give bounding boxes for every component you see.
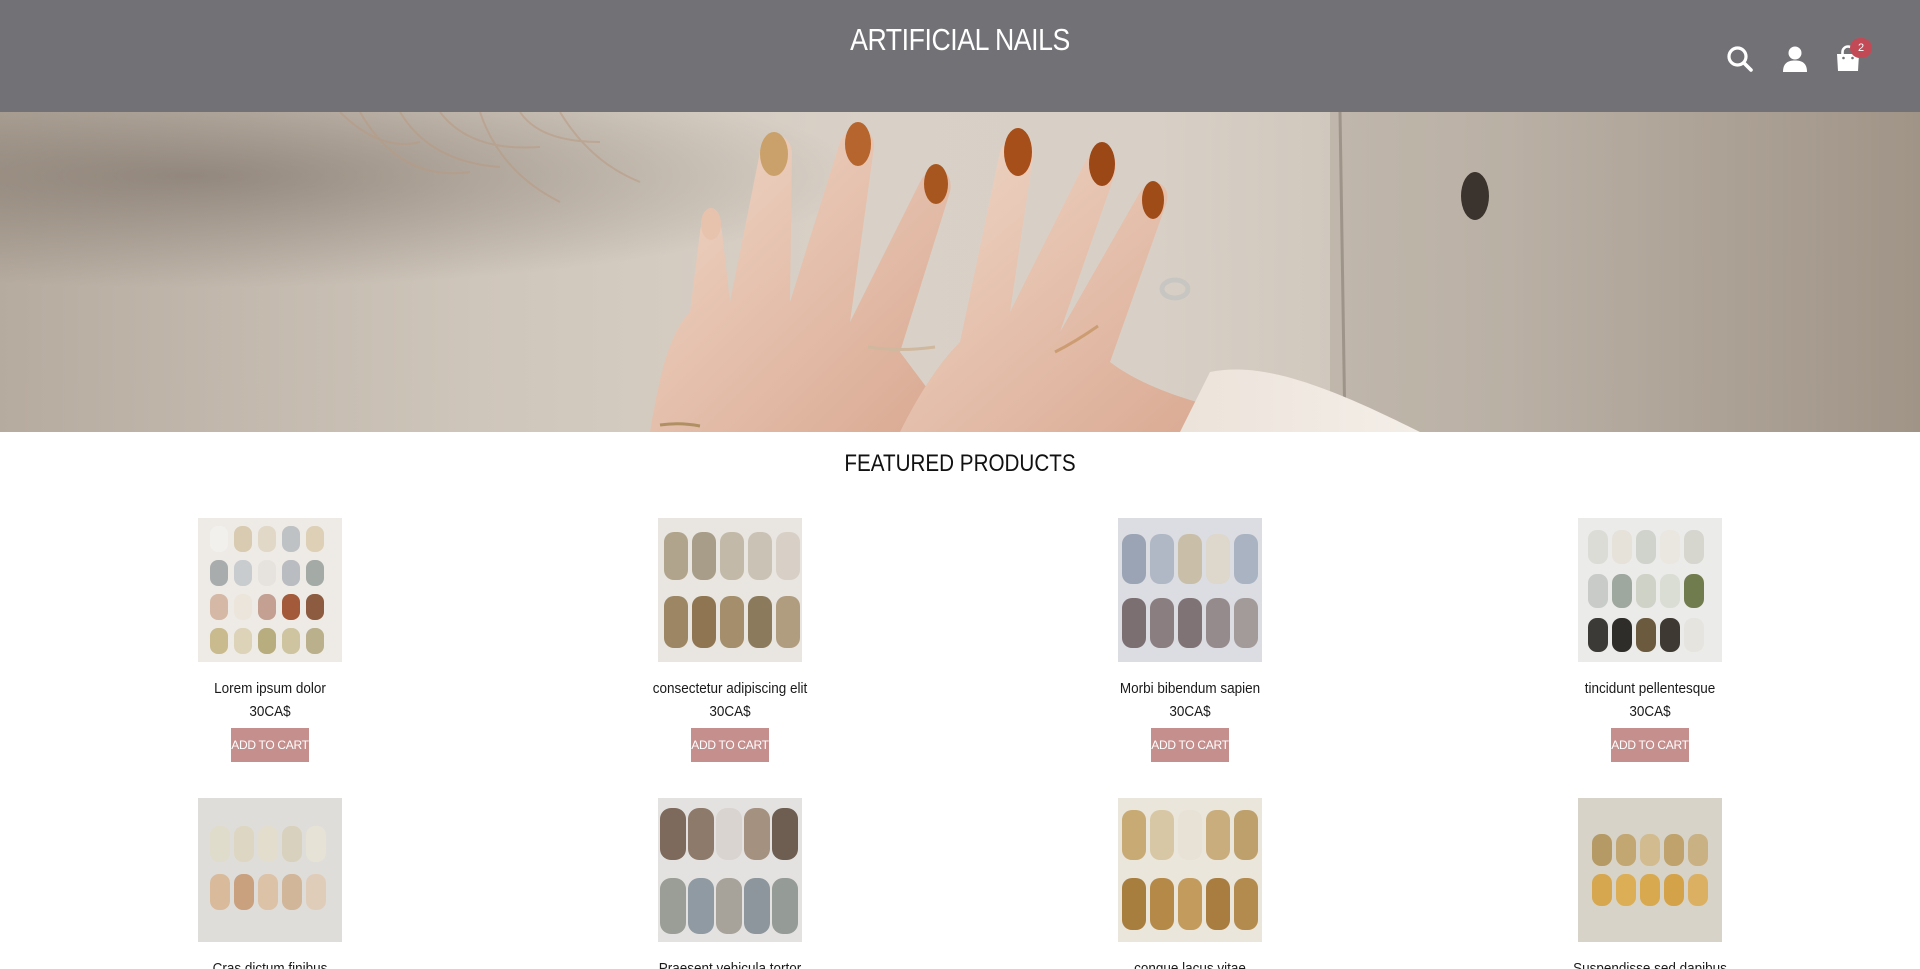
product-price: 30CA$ <box>1629 703 1671 720</box>
product-name[interactable]: Praesent vehicula tortor <box>595 959 865 969</box>
cart-count-badge: 2 <box>1850 38 1872 58</box>
add-to-cart-button[interactable]: ADD TO CART <box>691 728 769 762</box>
product-image[interactable] <box>658 518 802 662</box>
search-button[interactable] <box>1725 44 1755 74</box>
product-name[interactable]: Suspendisse sed dapibus <box>1515 959 1785 969</box>
product-image[interactable] <box>198 798 342 942</box>
featured-products-heading: FEATURED PRODUCTS <box>844 450 1076 477</box>
product-card: Suspendisse sed dapibus <box>1500 798 1800 969</box>
add-to-cart-button[interactable]: ADD TO CART <box>231 728 309 762</box>
product-image[interactable] <box>198 518 342 662</box>
product-card: Morbi bibendum sapien 30CA$ ADD TO CART <box>1040 518 1340 762</box>
hero-banner <box>0 112 1920 432</box>
product-price: 30CA$ <box>709 703 751 720</box>
product-name[interactable]: Morbi bibendum sapien <box>1055 679 1325 699</box>
product-card: Cras dictum finibus <box>120 798 420 969</box>
user-icon <box>1783 46 1807 72</box>
hands-nails-hero-image <box>0 112 1920 432</box>
add-to-cart-button[interactable]: ADD TO CART <box>1151 728 1229 762</box>
product-image[interactable] <box>1578 518 1722 662</box>
product-image[interactable] <box>658 798 802 942</box>
product-name[interactable]: consectetur adipiscing elit <box>595 679 865 699</box>
product-image[interactable] <box>1118 798 1262 942</box>
product-price: 30CA$ <box>1169 703 1211 720</box>
product-card: tincidunt pellentesque 30CA$ ADD TO CART <box>1500 518 1800 762</box>
product-name[interactable]: tincidunt pellentesque <box>1515 679 1785 699</box>
product-name[interactable]: Lorem ipsum dolor <box>135 679 405 699</box>
product-name[interactable]: Cras dictum finibus <box>135 959 405 969</box>
product-card: congue lacus vitae <box>1040 798 1340 969</box>
account-button[interactable] <box>1780 44 1810 74</box>
product-card: consectetur adipiscing elit 30CA$ ADD TO… <box>580 518 880 762</box>
product-image[interactable] <box>1578 798 1722 942</box>
site-header: ARTIFICIAL NAILS 2 <box>0 0 1920 112</box>
product-image[interactable] <box>1118 518 1262 662</box>
site-logo[interactable]: ARTIFICIAL NAILS <box>134 22 1785 58</box>
product-card: Lorem ipsum dolor 30CA$ ADD TO CART <box>120 518 420 762</box>
add-to-cart-button[interactable]: ADD TO CART <box>1611 728 1689 762</box>
product-name[interactable]: congue lacus vitae <box>1055 959 1325 969</box>
product-price: 30CA$ <box>249 703 291 720</box>
search-icon <box>1727 46 1753 72</box>
product-card: Praesent vehicula tortor <box>580 798 880 969</box>
